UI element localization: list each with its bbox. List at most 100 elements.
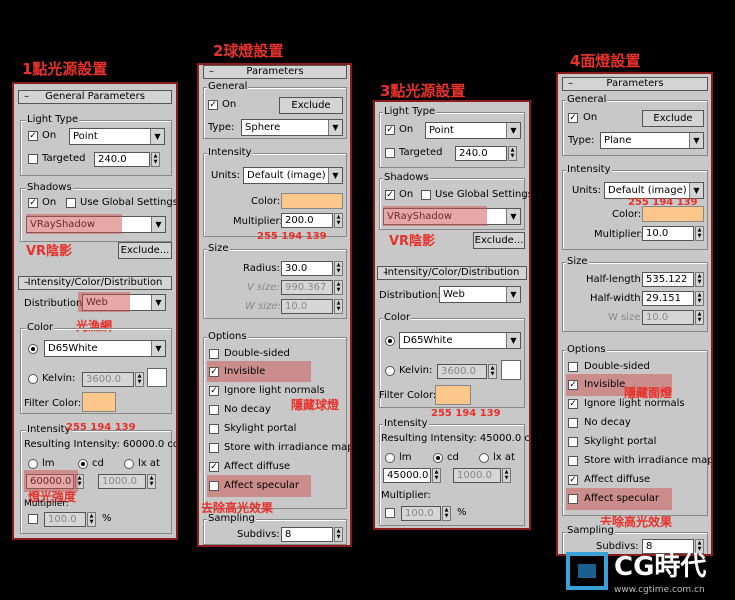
lm-radio[interactable]: [385, 453, 395, 463]
kelvin-input[interactable]: 3600.0: [82, 372, 134, 387]
lx-distance-input[interactable]: 1000.0: [453, 468, 501, 483]
use-global-checkbox[interactable]: [66, 198, 76, 208]
light-color-swatch[interactable]: [642, 206, 704, 222]
spinner-icon[interactable]: ▲ ▼: [334, 261, 343, 276]
units-dropdown[interactable]: Default (image) ▼: [243, 167, 343, 184]
filter-color-swatch[interactable]: [435, 385, 471, 405]
multiplier-input[interactable]: 10.0: [642, 226, 694, 241]
invisible-checkbox[interactable]: ✓: [568, 380, 578, 390]
ignore-normals-checkbox[interactable]: ✓: [209, 386, 219, 396]
light-type-dropdown[interactable]: Sphere ▼: [241, 119, 343, 136]
targeted-distance-input[interactable]: 240.0: [94, 152, 150, 167]
store-irradiance-checkbox[interactable]: [568, 456, 578, 466]
multiplier-checkbox[interactable]: [385, 508, 395, 518]
light-on-checkbox[interactable]: ✓: [568, 113, 578, 123]
light-type-dropdown[interactable]: Point ▼: [425, 122, 521, 139]
color-preset-dropdown[interactable]: D65White ▼: [399, 332, 521, 349]
spinner-icon[interactable]: ▲ ▼: [502, 468, 511, 483]
targeted-checkbox[interactable]: [28, 154, 38, 164]
half-length-input[interactable]: 535.122: [642, 272, 694, 287]
filter-color-swatch[interactable]: [82, 392, 116, 412]
targeted-distance-input[interactable]: 240.0: [455, 146, 507, 161]
rollout-intensity-color-distribution[interactable]: – Intensity/Color/Distribution: [377, 266, 527, 280]
shadows-on-checkbox[interactable]: ✓: [385, 190, 395, 200]
w-size-input[interactable]: 10.0: [281, 299, 333, 314]
light-type-dropdown[interactable]: Plane ▼: [600, 132, 704, 149]
kelvin-input[interactable]: 3600.0: [437, 364, 487, 379]
shadows-on-checkbox[interactable]: ✓: [28, 198, 38, 208]
subdivs-input[interactable]: 8: [281, 527, 333, 542]
distribution-dropdown[interactable]: Web▼: [439, 286, 521, 303]
spinner-icon[interactable]: ▲ ▼: [695, 272, 704, 287]
spinner-icon[interactable]: ▲ ▼: [334, 527, 343, 542]
exclude-button[interactable]: Exclude: [642, 110, 704, 127]
no-decay-checkbox[interactable]: [568, 418, 578, 428]
spinner-icon[interactable]: ▲ ▼: [151, 152, 160, 167]
kelvin-color-swatch[interactable]: [501, 360, 521, 380]
invisible-checkbox[interactable]: ✓: [209, 367, 219, 377]
rollout-general-parameters[interactable]: – General Parameters: [18, 90, 172, 104]
targeted-checkbox[interactable]: [385, 148, 395, 158]
ignore-normals-checkbox[interactable]: ✓: [568, 399, 578, 409]
radius-input[interactable]: 30.0: [281, 261, 333, 276]
spinner-icon[interactable]: ▲ ▼: [488, 364, 497, 379]
spinner-icon[interactable]: ▲ ▼: [508, 146, 517, 161]
skylight-portal-checkbox[interactable]: [568, 437, 578, 447]
exclude-button[interactable]: Exclude: [279, 97, 343, 114]
multiplier-checkbox[interactable]: [28, 514, 38, 524]
affect-diffuse-checkbox[interactable]: ✓: [209, 462, 219, 472]
multiplier-input[interactable]: 200.0: [281, 213, 333, 228]
kelvin-radio[interactable]: [28, 374, 38, 384]
double-sided-checkbox[interactable]: [209, 349, 219, 359]
annotation-hide-sphere: 隱藏球燈: [291, 398, 340, 412]
w-size-input[interactable]: 10.0: [642, 310, 694, 325]
skylight-portal-checkbox[interactable]: [209, 424, 219, 434]
exclude-button[interactable]: Exclude...: [473, 232, 525, 249]
light-on-checkbox[interactable]: ✓: [385, 125, 395, 135]
affect-specular-checkbox[interactable]: [209, 481, 219, 491]
affect-specular-checkbox[interactable]: [568, 494, 578, 504]
affect-diffuse-checkbox[interactable]: ✓: [568, 475, 578, 485]
cd-radio[interactable]: [78, 459, 88, 469]
store-irradiance-checkbox[interactable]: [209, 443, 219, 453]
no-decay-checkbox[interactable]: [209, 405, 219, 415]
rollout-parameters[interactable]: – Parameters: [562, 77, 708, 91]
cd-radio[interactable]: [433, 453, 443, 463]
exclude-button[interactable]: Exclude...: [118, 242, 172, 259]
lx-distance-input[interactable]: 1000.0: [98, 474, 146, 489]
kelvin-color-swatch[interactable]: [147, 368, 167, 387]
rollout-intensity-color-distribution[interactable]: – Intensity/Color/Distribution: [18, 276, 172, 290]
use-global-checkbox[interactable]: [421, 190, 431, 200]
spinner-icon[interactable]: ▲ ▼: [334, 213, 343, 228]
spinner-icon[interactable]: ▲ ▼: [432, 468, 441, 483]
color-preset-radio[interactable]: [28, 344, 38, 354]
spinner-icon[interactable]: ▲ ▼: [695, 226, 704, 241]
chevron-down-icon: ▼: [150, 129, 164, 144]
spinner-icon[interactable]: ▲ ▼: [147, 474, 156, 489]
spinner-icon[interactable]: ▲ ▼: [87, 512, 96, 527]
group-label: Size: [207, 243, 230, 254]
lx-radio[interactable]: [124, 459, 134, 469]
kelvin-radio[interactable]: [385, 366, 395, 376]
v-size-input[interactable]: 990.367: [281, 280, 333, 295]
light-type-dropdown[interactable]: Point ▼: [69, 128, 165, 145]
spinner-icon[interactable]: ▲ ▼: [135, 372, 144, 387]
light-color-swatch[interactable]: [281, 193, 343, 209]
lm-radio[interactable]: [28, 459, 38, 469]
double-sided-checkbox[interactable]: [568, 362, 578, 372]
light-on-checkbox[interactable]: ✓: [208, 100, 218, 110]
color-preset-radio[interactable]: [385, 336, 395, 346]
intensity-value-input[interactable]: 45000.0: [383, 468, 431, 483]
spinner-icon[interactable]: ▲ ▼: [695, 310, 704, 325]
spinner-icon[interactable]: ▲ ▼: [695, 291, 704, 306]
multiplier-input[interactable]: 100.0: [401, 506, 441, 521]
multiplier-input[interactable]: 100.0: [44, 512, 86, 527]
half-width-input[interactable]: 29.151: [642, 291, 694, 306]
spinner-icon[interactable]: ▲ ▼: [334, 280, 343, 295]
rollout-parameters[interactable]: – Parameters: [203, 65, 347, 79]
spinner-icon[interactable]: ▲ ▼: [334, 299, 343, 314]
color-preset-dropdown[interactable]: D65White ▼: [44, 340, 166, 357]
light-on-checkbox[interactable]: ✓: [28, 131, 38, 141]
spinner-icon[interactable]: ▲ ▼: [442, 506, 451, 521]
lx-radio[interactable]: [479, 453, 489, 463]
